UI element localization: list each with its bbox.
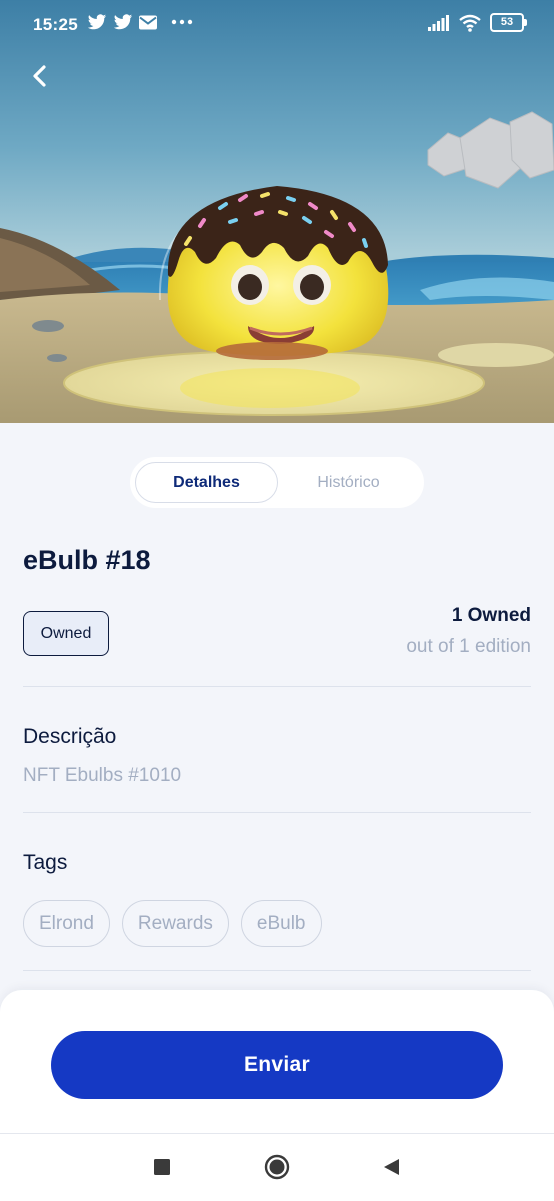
tab-detalhes[interactable]: Detalhes xyxy=(135,462,278,503)
more-dots-icon xyxy=(171,19,193,25)
divider xyxy=(23,686,531,687)
nft-title: eBulb #18 xyxy=(23,545,151,575)
tab-historico[interactable]: Histórico xyxy=(278,462,419,503)
detail-tabs: Detalhes Histórico xyxy=(130,457,424,508)
battery-icon: 53 xyxy=(490,13,527,32)
status-time: 15:25 xyxy=(33,15,78,34)
send-button[interactable]: Enviar xyxy=(51,1031,503,1099)
home-button[interactable] xyxy=(264,1154,290,1180)
tags-heading: Tags xyxy=(23,851,68,874)
status-bar: 15:25 53 xyxy=(0,0,554,50)
home-circle-icon xyxy=(264,1154,290,1180)
edition-text: out of 1 edition xyxy=(406,636,531,657)
signal-icon xyxy=(428,14,449,31)
owned-badge: Owned xyxy=(23,611,109,656)
twitter-icon xyxy=(87,14,107,30)
tags-list: Elrond Rewards eBulb xyxy=(23,900,322,947)
chevron-left-icon xyxy=(33,65,46,87)
owned-count: 1 Owned xyxy=(451,605,531,626)
description-heading: Descrição xyxy=(23,725,117,748)
nft-hero-image xyxy=(0,0,554,423)
wifi-icon xyxy=(459,14,481,32)
tag-chip-ebulb[interactable]: eBulb xyxy=(240,900,322,947)
recents-square-icon xyxy=(154,1159,170,1175)
tag-chip-elrond[interactable]: Elrond xyxy=(23,900,110,947)
back-triangle-icon xyxy=(384,1159,399,1175)
description-text: NFT Ebulbs #1010 xyxy=(23,765,182,786)
system-nav-bar xyxy=(0,1133,554,1201)
system-icons: 53 xyxy=(428,13,527,32)
recents-button[interactable] xyxy=(149,1154,175,1180)
notification-icons xyxy=(87,13,193,31)
system-back-button[interactable] xyxy=(378,1154,404,1180)
ebulb-artwork xyxy=(0,0,554,423)
tag-chip-rewards[interactable]: Rewards xyxy=(121,900,229,947)
back-button[interactable] xyxy=(24,60,56,92)
divider xyxy=(23,970,531,971)
divider xyxy=(23,812,531,813)
mail-icon xyxy=(139,15,157,29)
twitter-icon xyxy=(113,14,133,30)
